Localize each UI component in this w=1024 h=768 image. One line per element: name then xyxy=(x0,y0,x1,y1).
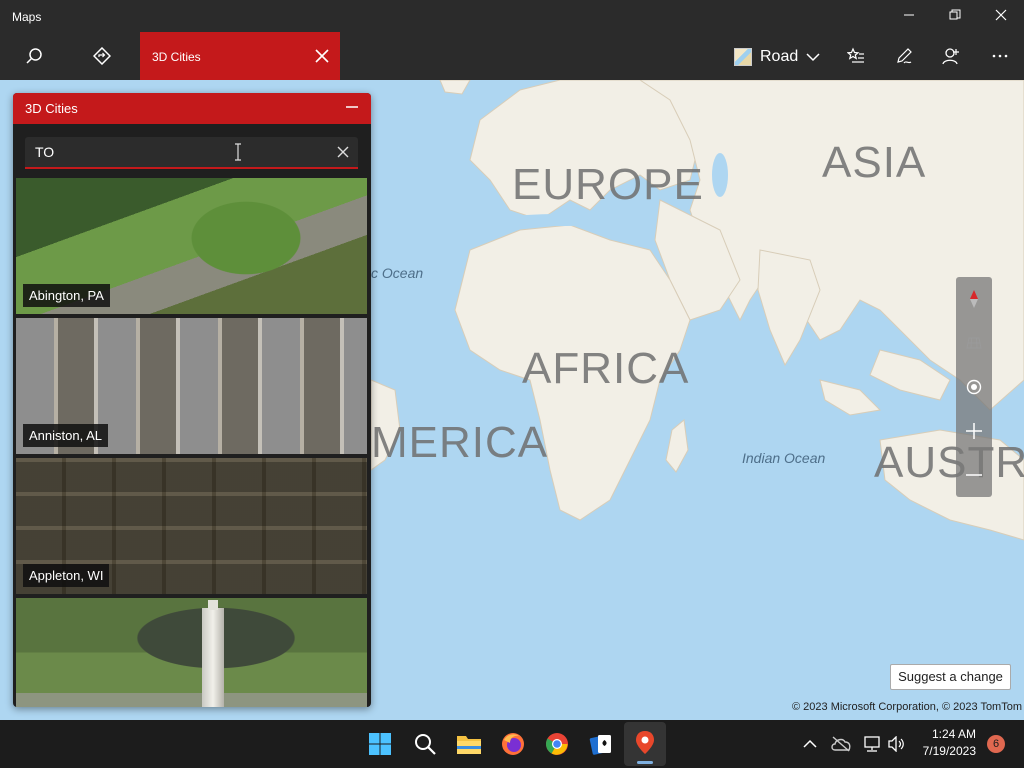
system-clock[interactable]: 1:24 AM 7/19/2023 xyxy=(912,726,976,760)
minimize-button[interactable] xyxy=(886,4,932,28)
close-icon xyxy=(995,9,1007,21)
panel-header: 3D Cities xyxy=(13,93,371,124)
chrome-icon xyxy=(546,733,568,755)
ink-button[interactable] xyxy=(884,38,924,74)
list-item[interactable]: Appleton, WI xyxy=(16,458,367,594)
more-icon xyxy=(992,54,1008,58)
minimize-icon xyxy=(346,106,358,108)
pen-icon xyxy=(897,48,912,64)
windows-logo-icon xyxy=(369,733,391,755)
minus-icon xyxy=(966,474,982,476)
close-tab-button[interactable] xyxy=(310,44,334,68)
taskbar xyxy=(0,720,1024,768)
capitol-tower-image xyxy=(202,600,224,707)
compass-icon xyxy=(970,290,978,308)
city-name: Appleton, WI xyxy=(23,564,110,587)
map-style-dropdown[interactable]: Road xyxy=(734,44,820,70)
directions-button[interactable] xyxy=(82,38,122,74)
suggest-change-button[interactable]: Suggest a change xyxy=(890,664,1011,690)
list-item[interactable] xyxy=(16,598,367,707)
chevron-up-icon xyxy=(803,739,817,748)
city-search-input[interactable] xyxy=(25,137,315,167)
label-australia: AUSTRA xyxy=(874,438,1024,487)
location-icon xyxy=(966,379,982,395)
list-item[interactable]: Abington, PA xyxy=(16,178,367,314)
notification-badge[interactable]: 6 xyxy=(987,735,1005,753)
favorites-icon xyxy=(847,47,864,63)
text-cursor-icon xyxy=(235,143,241,161)
onedrive-button[interactable] xyxy=(825,728,857,760)
plus-icon xyxy=(966,423,982,439)
directions-icon xyxy=(93,47,111,65)
city-name: Abington, PA xyxy=(23,284,110,307)
city-list: Abington, PA Anniston, AL Appleton, WI xyxy=(16,178,367,707)
search-button[interactable] xyxy=(14,38,54,74)
account-button[interactable] xyxy=(931,38,971,74)
more-button[interactable] xyxy=(980,38,1020,74)
title-and-toolbar: Maps 3D Cities Road xyxy=(0,0,1024,80)
tilt-button[interactable] xyxy=(956,321,992,365)
locate-me-button[interactable] xyxy=(956,365,992,409)
map-style-label: Road xyxy=(760,48,799,65)
maps-pin-icon xyxy=(636,731,654,754)
maps-taskbar-button[interactable] xyxy=(624,722,666,766)
zoom-out-button[interactable] xyxy=(956,453,992,497)
taskbar-search-button[interactable] xyxy=(409,728,441,760)
close-icon xyxy=(315,49,329,63)
volume-button[interactable] xyxy=(880,728,912,760)
label-indian-ocean: Indian Ocean xyxy=(742,450,826,466)
chevron-down-icon xyxy=(806,53,820,62)
clock-date: 7/19/2023 xyxy=(922,744,976,758)
city-search-box xyxy=(25,137,358,169)
panel-minimize-button[interactable] xyxy=(345,97,363,119)
cloud-offline-icon xyxy=(831,736,851,752)
favorites-button[interactable] xyxy=(836,38,876,74)
close-window-button[interactable] xyxy=(978,4,1024,28)
start-button[interactable] xyxy=(364,728,396,760)
3d-cities-panel: 3D Cities Abington, PA Anniston, AL Appl… xyxy=(13,93,371,707)
label-asia: ASIA xyxy=(822,138,927,187)
list-item[interactable]: Anniston, AL xyxy=(16,318,367,454)
firefox-icon xyxy=(502,733,524,755)
volume-icon xyxy=(888,736,904,752)
search-icon xyxy=(415,734,436,755)
account-icon xyxy=(942,48,959,65)
folder-icon xyxy=(457,736,481,754)
solitaire-button[interactable] xyxy=(585,728,617,760)
label-atlantic-ocean: c Ocean xyxy=(371,265,424,281)
restore-icon xyxy=(949,9,961,20)
label-america: MERICA xyxy=(371,418,549,467)
map-controls xyxy=(956,277,992,497)
chrome-button[interactable] xyxy=(541,728,573,760)
tilt-grid-icon xyxy=(966,337,982,349)
clock-time: 1:24 AM xyxy=(931,727,976,741)
label-europe: EUROPE xyxy=(512,160,704,209)
panel-title: 3D Cities xyxy=(25,101,78,116)
city-name: Anniston, AL xyxy=(23,424,108,447)
tab-3d-cities-label: 3D Cities xyxy=(152,50,201,64)
map-copyright: © 2023 Microsoft Corporation, © 2023 Tom… xyxy=(792,701,1023,713)
label-africa: AFRICA xyxy=(522,344,690,393)
app-title: Maps xyxy=(12,10,42,24)
zoom-in-button[interactable] xyxy=(956,409,992,453)
network-icon xyxy=(864,736,880,752)
road-map-thumbnail-icon xyxy=(734,48,752,66)
maximize-button[interactable] xyxy=(932,4,978,28)
tab-3d-cities[interactable]: 3D Cities xyxy=(140,32,340,80)
file-explorer-button[interactable] xyxy=(453,728,485,760)
compass-button[interactable] xyxy=(956,277,992,321)
minimize-icon xyxy=(904,14,914,16)
firefox-button[interactable] xyxy=(497,728,529,760)
search-icon xyxy=(26,48,42,64)
clear-search-button[interactable] xyxy=(336,145,350,159)
show-hidden-icons-button[interactable] xyxy=(794,728,826,760)
playing-cards-icon xyxy=(589,735,611,755)
